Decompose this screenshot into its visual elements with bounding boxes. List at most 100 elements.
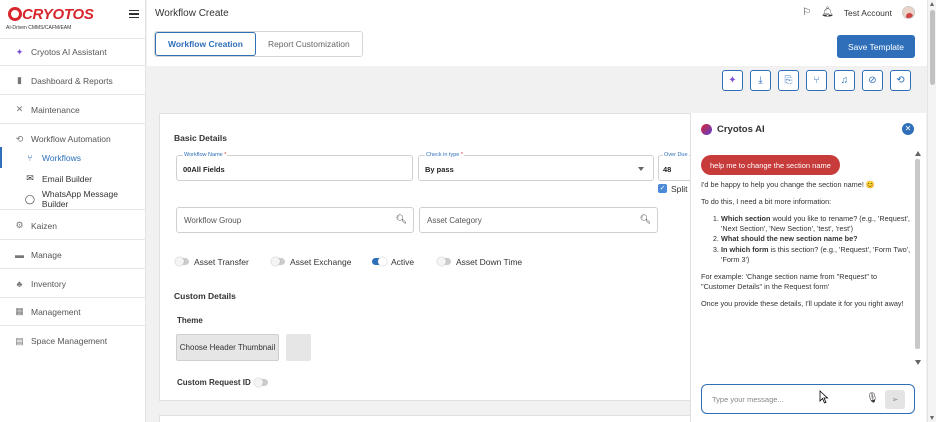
sidebar-item-label: Dashboard & Reports <box>31 75 113 86</box>
grid-icon: ▦ <box>15 306 24 316</box>
reply-intro: I'd be happy to help you change the sect… <box>701 180 875 189</box>
assistant-reply: I'd be happy to help you change the sect… <box>701 180 911 315</box>
flag-icon[interactable]: ⚐ <box>802 7 811 18</box>
theme-label: Theme <box>177 316 203 325</box>
sidebar-item-management[interactable]: ▦ Management <box>0 298 146 326</box>
split-checkbox[interactable]: ✓ <box>658 184 667 193</box>
reply-example: For example: 'Change section name from "… <box>701 271 878 291</box>
reply-questions: Which section would you like to rename? … <box>721 214 911 265</box>
check-in-type-label: Check in type <box>426 152 460 158</box>
brand-logo[interactable]: CRYOTOS AI-Driven CMMS/CAFM/EAM <box>6 4 106 34</box>
toolbar: ✦ ⤓ ⎘ ⑂ ♫ ⊘ ⟲ <box>147 66 927 98</box>
asset-transfer-toggle[interactable] <box>175 257 189 266</box>
sparkle-icon: ✦ <box>15 46 24 57</box>
notification-bell-icon[interactable]: ♫ <box>834 70 855 91</box>
chat-input-placeholder: Type your message... <box>712 395 784 404</box>
custom-details-title: Custom Details <box>174 291 236 301</box>
avatar[interactable] <box>902 6 915 19</box>
asset-category-input[interactable]: Asset Category 🔍︎ <box>419 207 658 233</box>
sidebar-item-label: Manage <box>31 249 62 260</box>
workflow-icon: ⟲ <box>15 133 24 144</box>
send-icon[interactable]: ➢ <box>885 390 905 409</box>
asset-exchange-toggle[interactable] <box>271 257 285 266</box>
thumbnail-preview <box>286 334 311 361</box>
sidebar-subitem-whatsapp-builder[interactable]: ◯ WhatsApp Message Builder <box>0 189 146 210</box>
sidebar-item-label: Space Management <box>31 336 108 346</box>
sidebar-item-maintenance[interactable]: ✕ Maintenance <box>0 96 146 124</box>
sidebar: CRYOTOS AI-Driven CMMS/CAFM/EAM ✦ Cryoto… <box>0 0 146 422</box>
inventory-icon: ♣ <box>16 278 23 289</box>
check-in-type-select[interactable]: Check in type * By pass <box>418 152 654 181</box>
page-title: Workflow Create <box>155 8 229 19</box>
asset-transfer-label: Asset Transfer <box>194 257 249 267</box>
sidebar-subitem-workflows[interactable]: ⑂ Workflows <box>0 147 146 168</box>
sidebar-subitem-email-builder[interactable]: ✉ Email Builder <box>0 168 146 189</box>
logo-ring <box>8 7 22 21</box>
active-label: Active <box>391 257 415 267</box>
workflow-group-placeholder: Workflow Group <box>184 216 242 225</box>
bell-icon[interactable]: 🔔︎ <box>821 7 834 18</box>
close-icon[interactable]: ✕ <box>902 123 914 135</box>
sidebar-item-space-management[interactable]: ▤ Space Management <box>0 327 146 355</box>
sidebar-item-kaizen[interactable]: ⚙ Kaizen <box>0 212 146 240</box>
sidebar-item-label: Management <box>31 306 81 317</box>
ai-sparkle-icon[interactable]: ✦ <box>722 70 743 91</box>
cog-icon: ⚙ <box>15 220 24 230</box>
workflow-group-input[interactable]: Workflow Group 🔍︎ <box>176 207 414 233</box>
choose-header-thumbnail-button[interactable]: Choose Header Thumbnail <box>176 334 279 361</box>
asset-exchange-label: Asset Exchange <box>290 257 352 267</box>
over-due-field[interactable]: Over Due 48 <box>658 152 692 181</box>
tools-icon: ✕ <box>15 104 24 114</box>
file-disabled-icon[interactable]: ⊘ <box>862 70 883 91</box>
sidebar-item-label: Workflow Automation <box>31 134 111 144</box>
over-due-label: Over Due <box>663 152 689 158</box>
search-icon: 🔍︎ <box>395 214 407 224</box>
chat-message-input[interactable]: Type your message... 🎙︎ ➢ <box>701 384 915 414</box>
user-message-bubble: help me to change the section name <box>701 155 840 175</box>
whatsapp-icon: ◯ <box>24 193 35 204</box>
save-template-button[interactable]: Save Template <box>837 35 915 58</box>
history-icon[interactable]: ⟲ <box>890 70 911 91</box>
sidebar-item-inventory[interactable]: ♣ Inventory <box>0 270 146 298</box>
asset-category-placeholder: Asset Category <box>427 216 482 225</box>
custom-request-id-toggle[interactable] <box>254 378 268 387</box>
search-icon: 🔍︎ <box>639 214 651 224</box>
tab-report-customization[interactable]: Report Customization <box>255 32 362 56</box>
hamburger-menu-icon[interactable] <box>129 10 139 18</box>
user-name[interactable]: Test Account <box>844 8 892 18</box>
building-icon: ▤ <box>15 335 24 346</box>
sidebar-item-label: Maintenance <box>31 104 80 115</box>
list-item: What should the new section name be? <box>721 234 911 244</box>
microphone-icon[interactable]: 🎙︎ <box>866 393 879 404</box>
workflow-name-field[interactable]: Workflow Name * 00All Fields <box>176 152 413 181</box>
workflow-name-value: 00All Fields <box>183 165 225 174</box>
reply-closing: Once you provide these details, I'll upd… <box>701 298 904 308</box>
chat-scrollbar[interactable] <box>914 149 922 367</box>
file-sync-icon[interactable]: ⎘ <box>778 70 799 91</box>
chevron-down-icon <box>638 167 644 171</box>
list-item: Which section would you like to rename? … <box>721 214 911 234</box>
sidebar-item-manage[interactable]: ▬ Manage <box>0 241 146 269</box>
chat-title: Cryotos AI <box>717 124 765 135</box>
sidebar-item-label: Inventory <box>31 278 66 289</box>
tab-workflow-creation[interactable]: Workflow Creation <box>155 32 256 56</box>
header-actions: ⚐ 🔔︎ Test Account <box>802 6 915 19</box>
asset-down-time-toggle[interactable] <box>437 257 451 266</box>
brand-name: CRYOTOS <box>22 6 94 23</box>
sidebar-item-ai-assistant[interactable]: ✦ Cryotos AI Assistant <box>0 38 146 66</box>
sidebar-subitem-label: Workflows <box>42 152 82 163</box>
ai-chat-panel: Cryotos AI ✕ help me to change the secti… <box>690 113 926 422</box>
mouse-cursor-icon <box>819 390 829 404</box>
active-toggle[interactable] <box>372 257 387 266</box>
download-icon[interactable]: ⤓ <box>750 70 771 91</box>
page-scrollbar[interactable] <box>927 0 936 422</box>
sidebar-item-dashboard[interactable]: ▮ Dashboard & Reports <box>0 67 146 95</box>
sidebar-subitem-label: WhatsApp Message Builder <box>41 189 118 209</box>
asset-down-time-label: Asset Down Time <box>456 257 523 267</box>
over-due-value: 48 <box>663 165 672 174</box>
mail-icon: ✉ <box>26 173 34 183</box>
cart-icon: ▬ <box>15 249 24 260</box>
flow-diagram-icon[interactable]: ⑂ <box>806 70 827 91</box>
check-in-type-value: By pass <box>425 165 454 174</box>
flow-icon: ⑂ <box>27 152 33 163</box>
